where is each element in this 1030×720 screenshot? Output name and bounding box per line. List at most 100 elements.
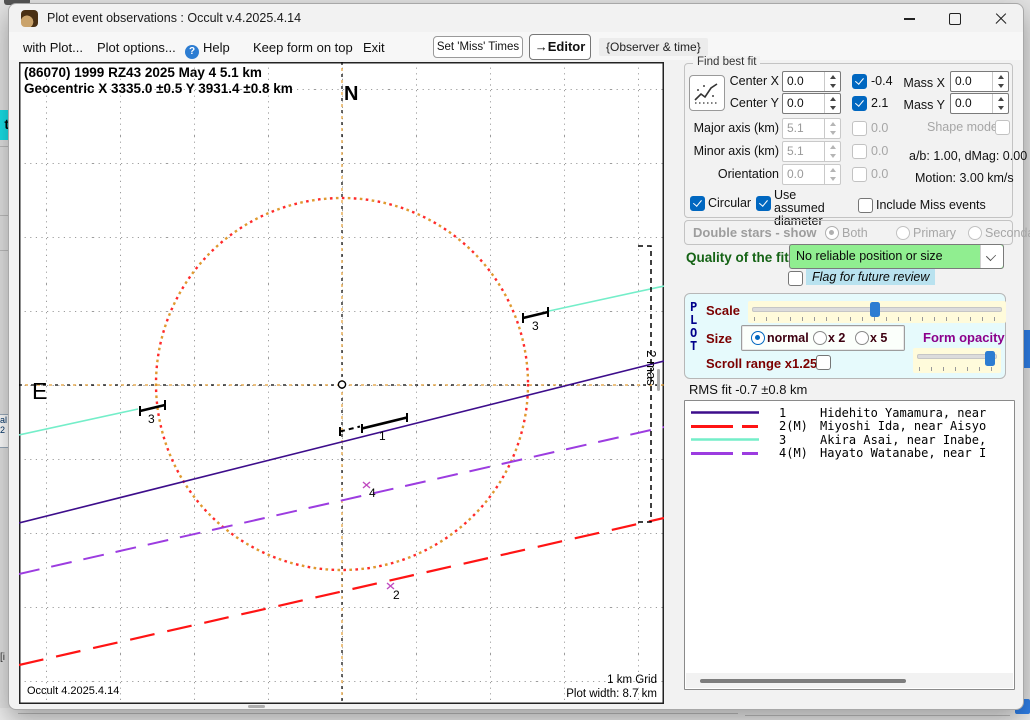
background-line bbox=[0, 146, 8, 147]
center-x-spinner[interactable]: 0.0 bbox=[782, 71, 841, 92]
mass-y-spinner[interactable]: 0.0 bbox=[950, 93, 1009, 114]
legend-scrollbar-thumb[interactable] bbox=[700, 679, 906, 683]
use-assumed-diameter-checkbox[interactable] bbox=[756, 196, 771, 211]
minimize-icon bbox=[904, 18, 915, 19]
include-miss-events-checkbox[interactable] bbox=[858, 198, 873, 213]
motion-label: Motion: 3.00 km/s bbox=[915, 171, 1014, 185]
observer-name: Hayato Watanabe, near I bbox=[820, 447, 986, 461]
legend-row[interactable]: 4(M) Hayato Watanabe, near I bbox=[685, 447, 1014, 461]
center-y-fit-checkbox[interactable] bbox=[852, 96, 867, 111]
include-miss-events-label: Include Miss events bbox=[876, 198, 986, 212]
shape-model-checkbox bbox=[995, 120, 1010, 135]
major-axis-spinner: 5.1 bbox=[782, 118, 841, 139]
major-axis-fit-checkbox bbox=[852, 121, 867, 136]
circular-label: Circular bbox=[708, 196, 751, 210]
menubar: with Plot... Plot options... ?Help Keep … bbox=[9, 32, 1023, 60]
quality-of-fit-label: Quality of the fit bbox=[686, 250, 789, 265]
menu-plot-options[interactable]: Plot options... bbox=[97, 40, 176, 55]
chevron-down-icon[interactable] bbox=[980, 245, 1003, 268]
background-line bbox=[0, 250, 8, 251]
chord-4-swatch bbox=[690, 450, 760, 457]
center-x-label: Center X bbox=[709, 74, 779, 88]
size-radio-group: normal x 2 x 5 bbox=[741, 325, 905, 351]
observer-name: Miyoshi Ida, near Aisyo bbox=[820, 420, 986, 434]
center-x-fit-value: -0.4 bbox=[871, 74, 893, 88]
center-y-spinner[interactable]: 0.0 bbox=[782, 93, 841, 114]
center-y-label: Center Y bbox=[709, 96, 779, 110]
legend-row[interactable]: 3 Akira Asai, near Inabe, bbox=[685, 433, 1014, 447]
scale-slider-thumb[interactable] bbox=[870, 302, 880, 317]
chord-1-swatch bbox=[690, 409, 760, 416]
circular-checkbox[interactable] bbox=[690, 196, 705, 211]
set-miss-times-button[interactable]: Set 'Miss' Times bbox=[433, 36, 523, 58]
quality-of-fit-dropdown[interactable]: No reliable position or size bbox=[789, 244, 1004, 269]
menu-help[interactable]: ?Help bbox=[185, 40, 230, 59]
find-best-fit-caption: Find best fit bbox=[693, 56, 760, 68]
form-opacity-slider-thumb[interactable] bbox=[985, 351, 995, 366]
legend-row[interactable]: 1 Hidehito Yamamura, near bbox=[685, 406, 1014, 420]
scale-label: Scale bbox=[706, 303, 740, 318]
background-line bbox=[18, 713, 738, 714]
plot-title-line2: Geocentric X 3335.0 ±0.5 Y 3931.4 ±0.8 k… bbox=[24, 81, 293, 96]
chord-4-label: 4 bbox=[369, 486, 376, 500]
chord-2-label: 2 bbox=[393, 588, 400, 602]
spin-up-icon bbox=[825, 72, 840, 82]
observer-legend-list[interactable]: 1 Hidehito Yamamura, near 2(M) Miyoshi I… bbox=[684, 400, 1015, 690]
orientation-label: Orientation bbox=[687, 167, 779, 181]
major-axis-fit-value: 0.0 bbox=[871, 121, 888, 135]
menu-keep-on-top[interactable]: Keep form on top bbox=[253, 40, 353, 55]
form-opacity-slider[interactable] bbox=[913, 348, 1001, 373]
flag-review-checkbox[interactable] bbox=[788, 271, 803, 286]
size-label: Size bbox=[706, 331, 732, 346]
double-stars-secondary-radio bbox=[968, 226, 982, 240]
center-x-fit-checkbox[interactable] bbox=[852, 74, 867, 89]
size-x5-label: x 5 bbox=[870, 331, 887, 345]
plot-vertical-scrollbar[interactable] bbox=[657, 369, 660, 391]
menu-with-plot[interactable]: with Plot... bbox=[23, 40, 83, 55]
center-y-fit-value: 2.1 bbox=[871, 96, 888, 110]
occult-plot-window: Plot event observations : Occult v.4.202… bbox=[8, 3, 1024, 710]
size-x2-radio[interactable] bbox=[813, 331, 827, 345]
find-best-fit-group: Find best fit Center X 0.0 -0.4 Mass X 0… bbox=[684, 63, 1013, 218]
double-stars-secondary-label: Secondary bbox=[985, 226, 1030, 240]
menu-exit[interactable]: Exit bbox=[363, 40, 385, 55]
minor-axis-fit-checkbox bbox=[852, 144, 867, 159]
double-stars-group: Double stars - show Both Primary Seconda… bbox=[684, 220, 1013, 245]
mass-x-label: Mass X bbox=[903, 76, 945, 90]
north-label: N bbox=[344, 83, 358, 105]
background-line bbox=[0, 215, 8, 216]
major-axis-label: Major axis (km) bbox=[687, 121, 779, 135]
plot-horizontal-scrollbar[interactable] bbox=[248, 705, 265, 708]
version-label: Occult 4.2025.4.14 bbox=[27, 685, 119, 697]
size-x2-label: x 2 bbox=[828, 331, 845, 345]
spin-down-icon bbox=[825, 82, 840, 92]
observer-name: Hidehito Yamamura, near bbox=[820, 406, 986, 420]
chord-2-swatch bbox=[690, 423, 760, 430]
minor-axis-fit-value: 0.0 bbox=[871, 144, 888, 158]
mass-x-spinner[interactable]: 0.0 bbox=[950, 71, 1009, 92]
chord-3-swatch bbox=[690, 436, 760, 443]
size-x5-radio[interactable] bbox=[855, 331, 869, 345]
flag-review-label: Flag for future review bbox=[806, 269, 935, 285]
size-normal-label: normal bbox=[767, 331, 809, 345]
plot-canvas[interactable]: 1 3 3 4 2 2 mas (86070) 1999 RZ43 2025 M… bbox=[19, 62, 664, 704]
background-line bbox=[745, 715, 1010, 716]
legend-row[interactable]: 2(M) Miyoshi Ida, near Aisyo bbox=[685, 420, 1014, 434]
form-opacity-label: Form opacity bbox=[923, 330, 1005, 345]
maximize-button[interactable] bbox=[932, 4, 978, 34]
editor-button[interactable]: →Editor bbox=[529, 34, 591, 60]
double-stars-primary-radio bbox=[896, 226, 910, 240]
help-icon: ? bbox=[185, 45, 199, 59]
scale-slider[interactable] bbox=[748, 301, 1006, 323]
minor-axis-spinner: 5.1 bbox=[782, 141, 841, 162]
double-stars-caption: Double stars - show bbox=[693, 225, 817, 240]
legend-horizontal-scrollbar[interactable] bbox=[686, 673, 1013, 688]
chord-3-label-right: 3 bbox=[532, 319, 539, 333]
minimize-button[interactable] bbox=[886, 4, 932, 34]
plot-vertical-label: PLOT bbox=[690, 301, 701, 353]
rms-fit-label: RMS fit -0.7 ±0.8 km bbox=[689, 382, 807, 397]
size-normal-radio[interactable] bbox=[751, 331, 765, 345]
scroll-range-checkbox[interactable] bbox=[816, 355, 831, 370]
close-button[interactable] bbox=[978, 4, 1024, 34]
orientation-spinner: 0.0 bbox=[782, 164, 841, 185]
